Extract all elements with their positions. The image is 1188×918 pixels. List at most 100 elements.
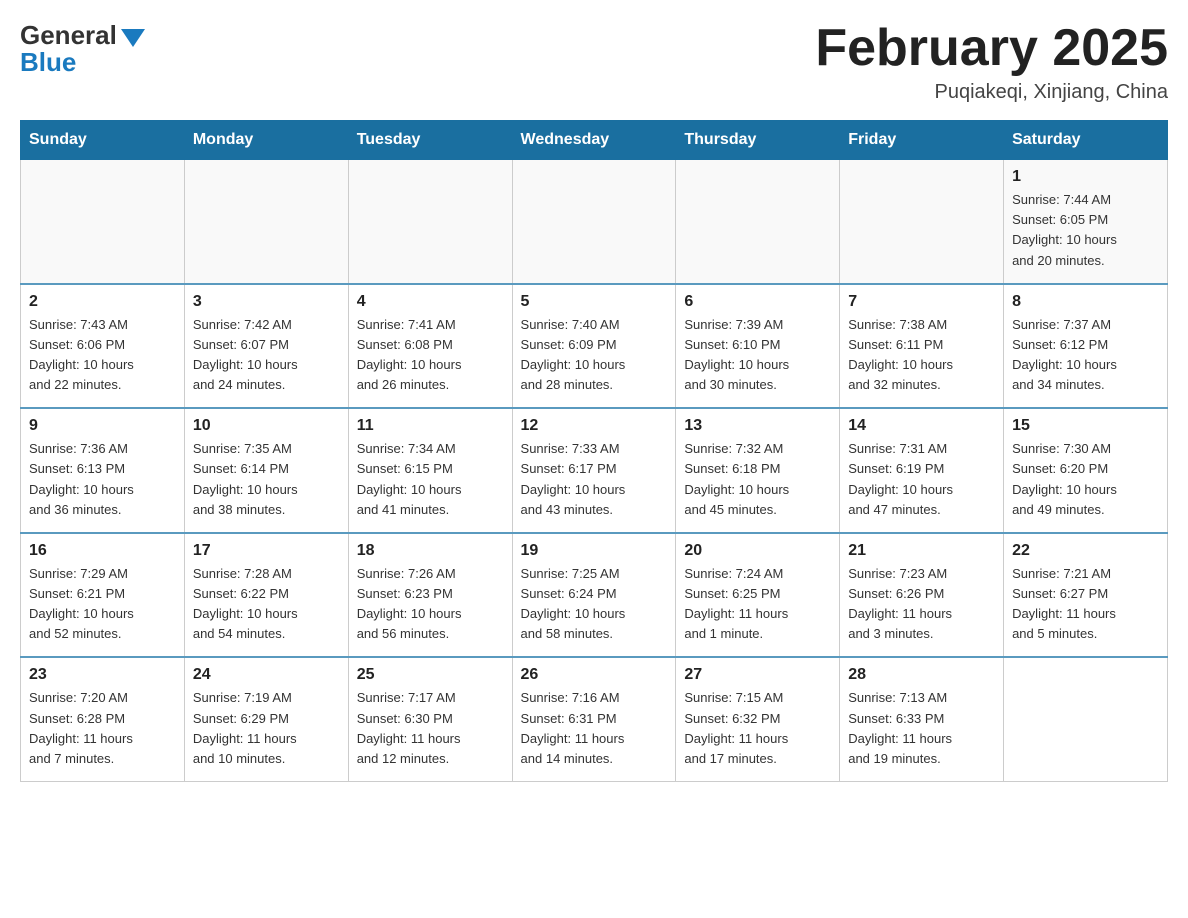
day-number: 3 [193, 293, 340, 311]
page-header: General Blue February 2025 Puqiakeqi, Xi… [20, 20, 1168, 104]
calendar-day-cell: 10 Sunrise: 7:35 AM Sunset: 6:14 PM Dayli… [184, 408, 348, 533]
month-title: February 2025 [815, 20, 1168, 77]
day-info: Sunrise: 7:19 AM Sunset: 6:29 PM Dayligh… [193, 688, 340, 769]
day-number: 23 [29, 666, 176, 684]
day-number: 19 [521, 542, 668, 560]
calendar-day-cell: 19 Sunrise: 7:25 AM Sunset: 6:24 PM Dayli… [512, 533, 676, 658]
calendar-day-cell [1004, 657, 1168, 781]
calendar-day-cell: 20 Sunrise: 7:24 AM Sunset: 6:25 PM Dayli… [676, 533, 840, 658]
day-number: 1 [1012, 168, 1159, 186]
day-number: 14 [848, 417, 995, 435]
day-info: Sunrise: 7:30 AM Sunset: 6:20 PM Dayligh… [1012, 439, 1159, 520]
calendar-day-cell: 11 Sunrise: 7:34 AM Sunset: 6:15 PM Dayli… [348, 408, 512, 533]
day-number: 20 [684, 542, 831, 560]
day-number: 25 [357, 666, 504, 684]
logo-blue-text: Blue [20, 47, 76, 78]
weekday-header-saturday: Saturday [1004, 121, 1168, 160]
calendar-day-cell [348, 160, 512, 284]
day-info: Sunrise: 7:17 AM Sunset: 6:30 PM Dayligh… [357, 688, 504, 769]
calendar-week-row: 9 Sunrise: 7:36 AM Sunset: 6:13 PM Daylig… [21, 408, 1168, 533]
day-number: 13 [684, 417, 831, 435]
calendar-day-cell: 26 Sunrise: 7:16 AM Sunset: 6:31 PM Dayli… [512, 657, 676, 781]
calendar-day-cell: 15 Sunrise: 7:30 AM Sunset: 6:20 PM Dayli… [1004, 408, 1168, 533]
calendar-day-cell [840, 160, 1004, 284]
day-number: 9 [29, 417, 176, 435]
calendar-day-cell: 13 Sunrise: 7:32 AM Sunset: 6:18 PM Dayli… [676, 408, 840, 533]
day-info: Sunrise: 7:13 AM Sunset: 6:33 PM Dayligh… [848, 688, 995, 769]
day-info: Sunrise: 7:40 AM Sunset: 6:09 PM Dayligh… [521, 315, 668, 396]
day-info: Sunrise: 7:28 AM Sunset: 6:22 PM Dayligh… [193, 564, 340, 645]
day-info: Sunrise: 7:20 AM Sunset: 6:28 PM Dayligh… [29, 688, 176, 769]
day-number: 7 [848, 293, 995, 311]
weekday-header-wednesday: Wednesday [512, 121, 676, 160]
calendar-day-cell: 12 Sunrise: 7:33 AM Sunset: 6:17 PM Dayli… [512, 408, 676, 533]
calendar-day-cell [676, 160, 840, 284]
day-info: Sunrise: 7:35 AM Sunset: 6:14 PM Dayligh… [193, 439, 340, 520]
calendar-day-cell: 2Sunrise: 7:43 AM Sunset: 6:06 PM Daylig… [21, 284, 185, 409]
day-info: Sunrise: 7:21 AM Sunset: 6:27 PM Dayligh… [1012, 564, 1159, 645]
day-info: Sunrise: 7:38 AM Sunset: 6:11 PM Dayligh… [848, 315, 995, 396]
calendar-day-cell: 16Sunrise: 7:29 AM Sunset: 6:21 PM Dayli… [21, 533, 185, 658]
day-number: 17 [193, 542, 340, 560]
calendar-day-cell: 5 Sunrise: 7:40 AM Sunset: 6:09 PM Daylig… [512, 284, 676, 409]
calendar-day-cell: 8 Sunrise: 7:37 AM Sunset: 6:12 PM Daylig… [1004, 284, 1168, 409]
day-number: 24 [193, 666, 340, 684]
day-info: Sunrise: 7:37 AM Sunset: 6:12 PM Dayligh… [1012, 315, 1159, 396]
day-number: 15 [1012, 417, 1159, 435]
calendar-table: SundayMondayTuesdayWednesdayThursdayFrid… [20, 120, 1168, 782]
calendar-day-cell: 7 Sunrise: 7:38 AM Sunset: 6:11 PM Daylig… [840, 284, 1004, 409]
day-number: 11 [357, 417, 504, 435]
day-number: 4 [357, 293, 504, 311]
calendar-day-cell: 14 Sunrise: 7:31 AM Sunset: 6:19 PM Dayli… [840, 408, 1004, 533]
calendar-day-cell: 22 Sunrise: 7:21 AM Sunset: 6:27 PM Dayli… [1004, 533, 1168, 658]
calendar-day-cell [184, 160, 348, 284]
calendar-day-cell: 3Sunrise: 7:42 AM Sunset: 6:07 PM Daylig… [184, 284, 348, 409]
calendar-week-row: 23 Sunrise: 7:20 AM Sunset: 6:28 PM Dayli… [21, 657, 1168, 781]
day-info: Sunrise: 7:39 AM Sunset: 6:10 PM Dayligh… [684, 315, 831, 396]
calendar-day-cell: 17 Sunrise: 7:28 AM Sunset: 6:22 PM Dayli… [184, 533, 348, 658]
weekday-header-tuesday: Tuesday [348, 121, 512, 160]
day-info: Sunrise: 7:36 AM Sunset: 6:13 PM Dayligh… [29, 439, 176, 520]
calendar-day-cell: 25 Sunrise: 7:17 AM Sunset: 6:30 PM Dayli… [348, 657, 512, 781]
calendar-day-cell: 21Sunrise: 7:23 AM Sunset: 6:26 PM Dayli… [840, 533, 1004, 658]
calendar-day-cell [512, 160, 676, 284]
day-info: Sunrise: 7:43 AM Sunset: 6:06 PM Dayligh… [29, 315, 176, 396]
weekday-header-sunday: Sunday [21, 121, 185, 160]
calendar-week-row: 2Sunrise: 7:43 AM Sunset: 6:06 PM Daylig… [21, 284, 1168, 409]
day-number: 10 [193, 417, 340, 435]
day-info: Sunrise: 7:25 AM Sunset: 6:24 PM Dayligh… [521, 564, 668, 645]
day-info: Sunrise: 7:41 AM Sunset: 6:08 PM Dayligh… [357, 315, 504, 396]
day-number: 12 [521, 417, 668, 435]
day-number: 8 [1012, 293, 1159, 311]
day-number: 18 [357, 542, 504, 560]
title-block: February 2025 Puqiakeqi, Xinjiang, China [815, 20, 1168, 104]
day-info: Sunrise: 7:29 AM Sunset: 6:21 PM Dayligh… [29, 564, 176, 645]
day-info: Sunrise: 7:24 AM Sunset: 6:25 PM Dayligh… [684, 564, 831, 645]
location-label: Puqiakeqi, Xinjiang, China [815, 81, 1168, 104]
logo-arrow-icon [121, 29, 145, 47]
day-number: 5 [521, 293, 668, 311]
calendar-day-cell: 9 Sunrise: 7:36 AM Sunset: 6:13 PM Daylig… [21, 408, 185, 533]
calendar-day-cell: 4 Sunrise: 7:41 AM Sunset: 6:08 PM Daylig… [348, 284, 512, 409]
day-info: Sunrise: 7:23 AM Sunset: 6:26 PM Dayligh… [848, 564, 995, 645]
day-number: 22 [1012, 542, 1159, 560]
calendar-day-cell: 24 Sunrise: 7:19 AM Sunset: 6:29 PM Dayli… [184, 657, 348, 781]
calendar-day-cell: 1 Sunrise: 7:44 AM Sunset: 6:05 PM Daylig… [1004, 160, 1168, 284]
day-info: Sunrise: 7:34 AM Sunset: 6:15 PM Dayligh… [357, 439, 504, 520]
calendar-day-cell: 27 Sunrise: 7:15 AM Sunset: 6:32 PM Dayli… [676, 657, 840, 781]
day-info: Sunrise: 7:16 AM Sunset: 6:31 PM Dayligh… [521, 688, 668, 769]
day-number: 27 [684, 666, 831, 684]
day-info: Sunrise: 7:15 AM Sunset: 6:32 PM Dayligh… [684, 688, 831, 769]
day-number: 26 [521, 666, 668, 684]
calendar-week-row: 1 Sunrise: 7:44 AM Sunset: 6:05 PM Daylig… [21, 160, 1168, 284]
calendar-day-cell [21, 160, 185, 284]
day-number: 28 [848, 666, 995, 684]
day-number: 6 [684, 293, 831, 311]
day-info: Sunrise: 7:32 AM Sunset: 6:18 PM Dayligh… [684, 439, 831, 520]
day-info: Sunrise: 7:31 AM Sunset: 6:19 PM Dayligh… [848, 439, 995, 520]
weekday-header-friday: Friday [840, 121, 1004, 160]
calendar-day-cell: 28 Sunrise: 7:13 AM Sunset: 6:33 PM Dayli… [840, 657, 1004, 781]
day-info: Sunrise: 7:26 AM Sunset: 6:23 PM Dayligh… [357, 564, 504, 645]
day-info: Sunrise: 7:44 AM Sunset: 6:05 PM Dayligh… [1012, 190, 1159, 271]
day-info: Sunrise: 7:33 AM Sunset: 6:17 PM Dayligh… [521, 439, 668, 520]
